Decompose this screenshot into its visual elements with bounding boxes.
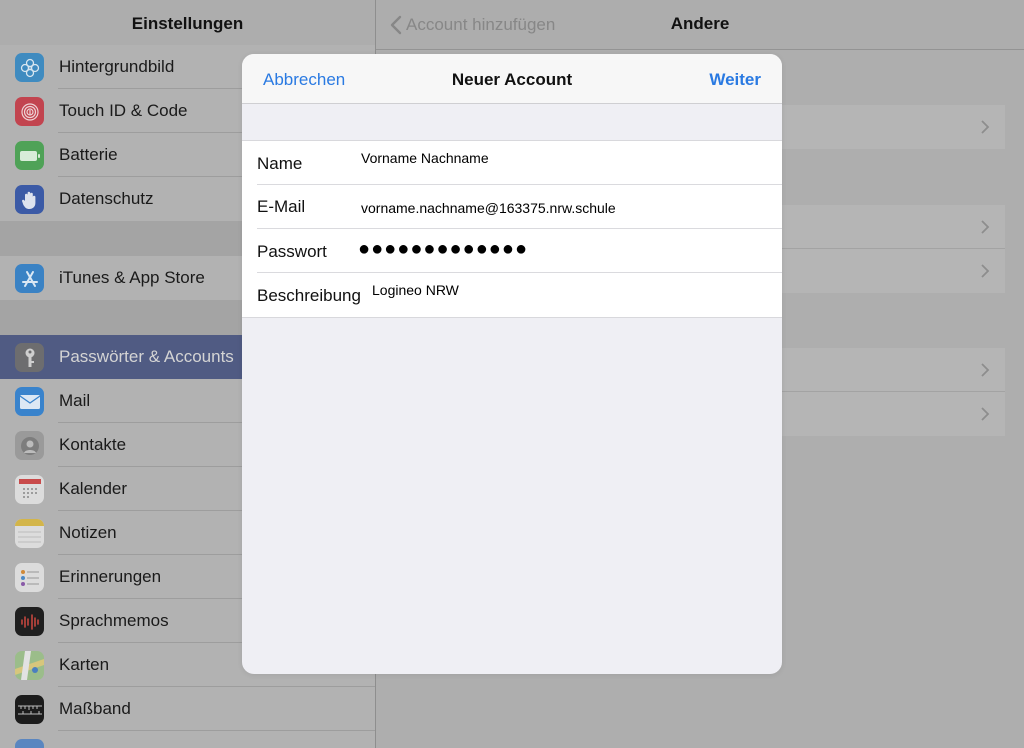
sidebar-item-label: Mail (59, 391, 91, 410)
back-chevron-icon[interactable] (388, 14, 404, 36)
key-icon (15, 343, 44, 372)
email-row: E-Mail (242, 185, 782, 229)
sidebar-item-label: Kalender (59, 479, 128, 498)
calendar-icon (15, 475, 44, 504)
app-store-icon (15, 264, 44, 293)
hand-icon (15, 185, 44, 214)
password-row: Passwort (242, 229, 782, 273)
notes-icon (15, 519, 44, 548)
sidebar-item-measure[interactable]: Maßband (0, 687, 375, 731)
mail-envelope-icon (15, 387, 44, 416)
description-field[interactable] (372, 282, 672, 298)
chevron-right-icon (981, 264, 990, 278)
sidebar-item-label: Kontakte (59, 435, 127, 454)
account-form: Name E-Mail Passwort Beschreibung (242, 140, 782, 318)
description-label: Beschreibung (257, 286, 361, 305)
modal-nav-bar: Abbrechen Neuer Account Weiter (242, 54, 782, 104)
sidebar-item-label: Touch ID & Code (59, 101, 188, 120)
next-button[interactable]: Weiter (709, 70, 761, 90)
flower-icon (15, 53, 44, 82)
battery-icon (15, 141, 44, 170)
sidebar-item-label: Datenschutz (59, 189, 154, 208)
chevron-right-icon (981, 120, 990, 134)
email-field[interactable] (361, 200, 741, 216)
fingerprint-icon (15, 97, 44, 126)
description-row: Beschreibung (242, 273, 782, 317)
back-button[interactable]: Account hinzufügen (406, 15, 555, 35)
name-row: Name (242, 141, 782, 185)
sidebar-item-label: iTunes & App Store (59, 268, 205, 287)
contacts-icon (15, 431, 44, 460)
sidebar-item-label: Batterie (59, 145, 118, 164)
sidebar-item-label: Passwörter & Accounts (59, 347, 234, 366)
sidebar-item-label: Sprachmemos (59, 611, 169, 630)
sidebar-item-label: Hintergrundbild (59, 57, 175, 76)
sidebar-title: Einstellungen (131, 14, 244, 33)
sidebar-item-next[interactable] (0, 731, 375, 748)
maps-icon (15, 651, 44, 680)
sidebar-item-label: Karten (59, 655, 110, 674)
sidebar-item-label: Erinnerungen (59, 567, 162, 586)
compass-icon (15, 739, 44, 748)
sidebar-item-label: Notizen (59, 523, 117, 542)
name-label: Name (257, 154, 303, 173)
sidebar-item-label: Maßband (59, 699, 131, 718)
email-label: E-Mail (257, 197, 306, 216)
voice-memo-icon (15, 607, 44, 636)
password-field[interactable] (358, 238, 658, 261)
detail-title: Andere (670, 14, 730, 33)
chevron-right-icon (981, 220, 990, 234)
measure-icon (15, 695, 44, 724)
chevron-right-icon (981, 407, 990, 421)
cancel-button[interactable]: Abbrechen (263, 70, 345, 90)
sidebar-header: Einstellungen (0, 0, 375, 50)
new-account-modal: Abbrechen Neuer Account Weiter Name E-Ma… (242, 54, 782, 674)
password-label: Passwort (257, 242, 327, 261)
reminders-icon (15, 563, 44, 592)
name-field[interactable] (361, 150, 661, 166)
chevron-right-icon (981, 363, 990, 377)
